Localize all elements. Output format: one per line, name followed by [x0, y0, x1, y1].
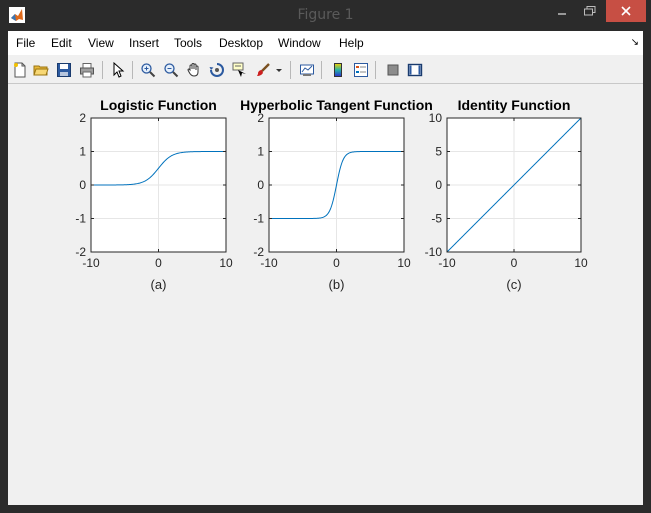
insert-legend-button[interactable]: [352, 61, 370, 79]
insert-colorbar-button[interactable]: [329, 61, 347, 79]
subplot-caption: (c): [506, 277, 521, 292]
x-tick-label: 0: [333, 256, 340, 270]
brush-icon: [257, 63, 270, 76]
y-tick-label: 2: [79, 111, 86, 125]
dock-figure-icon[interactable]: ↘: [631, 37, 639, 48]
subplot-caption: (a): [151, 277, 167, 292]
menu-window[interactable]: Window: [278, 36, 321, 50]
data-cursor-icon: [232, 62, 246, 77]
zoom-in-icon: [141, 63, 156, 78]
new-figure-icon: [14, 62, 26, 78]
figure-canvas[interactable]: -10 0 10 -2 -1 0 1 2 Logistic Function (a) -10 0 10-…: [8, 84, 643, 505]
link-plot-icon: [300, 64, 314, 76]
menu-tools[interactable]: Tools: [174, 36, 202, 50]
zoom-in-button[interactable]: [139, 61, 157, 79]
minimize-icon: [558, 13, 566, 15]
subplot-caption: (b): [329, 277, 345, 292]
menu-insert[interactable]: Insert: [129, 36, 159, 50]
y-tick-label: 0: [435, 178, 442, 192]
close-icon: [621, 6, 631, 16]
figure-window: Figure 1 File Edit View Insert Tools Des…: [0, 0, 651, 513]
y-tick-label: -10: [425, 245, 443, 259]
subplot-3[interactable]: -10 0 10-10-50510Identity Function(c): [425, 97, 588, 292]
figure-toolbar: [8, 57, 643, 84]
toolbar-separator: [290, 61, 291, 79]
figure-client-area: File Edit View Insert Tools Desktop Wind…: [8, 31, 643, 505]
y-tick-label: -1: [253, 212, 264, 226]
y-tick-label: -2: [75, 245, 86, 259]
x-tick-label: 10: [574, 256, 588, 270]
subplot-title: Logistic Function: [100, 97, 217, 113]
pan-button[interactable]: [185, 61, 203, 79]
y-tick-label: 0: [79, 178, 86, 192]
open-file-icon: [33, 65, 49, 76]
pointer-icon: [113, 62, 125, 78]
menu-help[interactable]: Help: [339, 36, 364, 50]
hide-plot-tools-button[interactable]: [384, 61, 402, 79]
y-tick-label: -5: [431, 212, 442, 226]
zoom-out-icon: [164, 63, 179, 78]
open-file-button[interactable]: [32, 61, 50, 79]
brush-button[interactable]: [254, 61, 272, 79]
y-tick-label: 10: [429, 111, 443, 125]
menu-bar: File Edit View Insert Tools Desktop Wind…: [8, 31, 643, 55]
hide-plot-tools-icon: [387, 64, 399, 76]
menu-desktop[interactable]: Desktop: [219, 36, 263, 50]
x-tick-label: 10: [397, 256, 411, 270]
brush-dropdown-icon: [276, 69, 282, 72]
subplot-1[interactable]: -10 0 10-2-1012Logistic Function(a): [75, 97, 233, 292]
save-button[interactable]: [55, 61, 73, 79]
x-tick-label: 0: [155, 256, 162, 270]
rotate-3d-icon: [209, 63, 224, 77]
show-plot-tools-button[interactable]: [406, 61, 424, 79]
brush-dropdown-button[interactable]: [274, 61, 284, 79]
y-tick-label: -2: [253, 245, 264, 259]
menu-edit[interactable]: Edit: [51, 36, 72, 50]
show-plot-tools-icon: [407, 63, 423, 77]
restore-button[interactable]: [576, 0, 604, 22]
pan-hand-icon: [187, 62, 199, 77]
subplot-figure: -10 0 10-2-1012Logistic Function(a)-10 0 10-…: [75, 97, 588, 292]
link-plot-button[interactable]: [298, 61, 316, 79]
x-tick-label: 10: [219, 256, 233, 270]
print-button[interactable]: [78, 61, 96, 79]
save-icon: [57, 63, 71, 77]
y-tick-label: 1: [79, 145, 86, 159]
subplot-2[interactable]: -10 0 10-2-1012Hyperbolic Tangent Function…: [240, 97, 433, 292]
toolbar-separator: [375, 61, 376, 79]
toolbar-separator: [321, 61, 322, 79]
edit-plot-button[interactable]: [109, 61, 127, 79]
legend-icon: [354, 63, 368, 77]
y-tick-label: -1: [75, 212, 86, 226]
menu-file[interactable]: File: [16, 36, 35, 50]
menu-view[interactable]: View: [88, 36, 114, 50]
print-icon: [80, 63, 94, 78]
close-button[interactable]: [606, 0, 646, 22]
toolbar-separator: [132, 61, 133, 79]
restore-icon: [584, 6, 596, 16]
subplot-title: Identity Function: [458, 97, 571, 113]
y-tick-label: 2: [257, 111, 264, 125]
new-figure-button[interactable]: [11, 61, 29, 79]
y-tick-label: 0: [257, 178, 264, 192]
title-bar[interactable]: Figure 1: [0, 0, 651, 30]
subplot-title: Hyperbolic Tangent Function: [240, 97, 433, 113]
y-tick-label: 5: [435, 145, 442, 159]
zoom-out-button[interactable]: [162, 61, 180, 79]
toolbar-separator: [102, 61, 103, 79]
colorbar-icon: [334, 63, 342, 77]
x-tick-label: 0: [511, 256, 518, 270]
minimize-button[interactable]: [548, 0, 576, 22]
data-cursor-button[interactable]: [231, 61, 249, 79]
rotate-3d-button[interactable]: [208, 61, 226, 79]
y-tick-label: 1: [257, 145, 264, 159]
